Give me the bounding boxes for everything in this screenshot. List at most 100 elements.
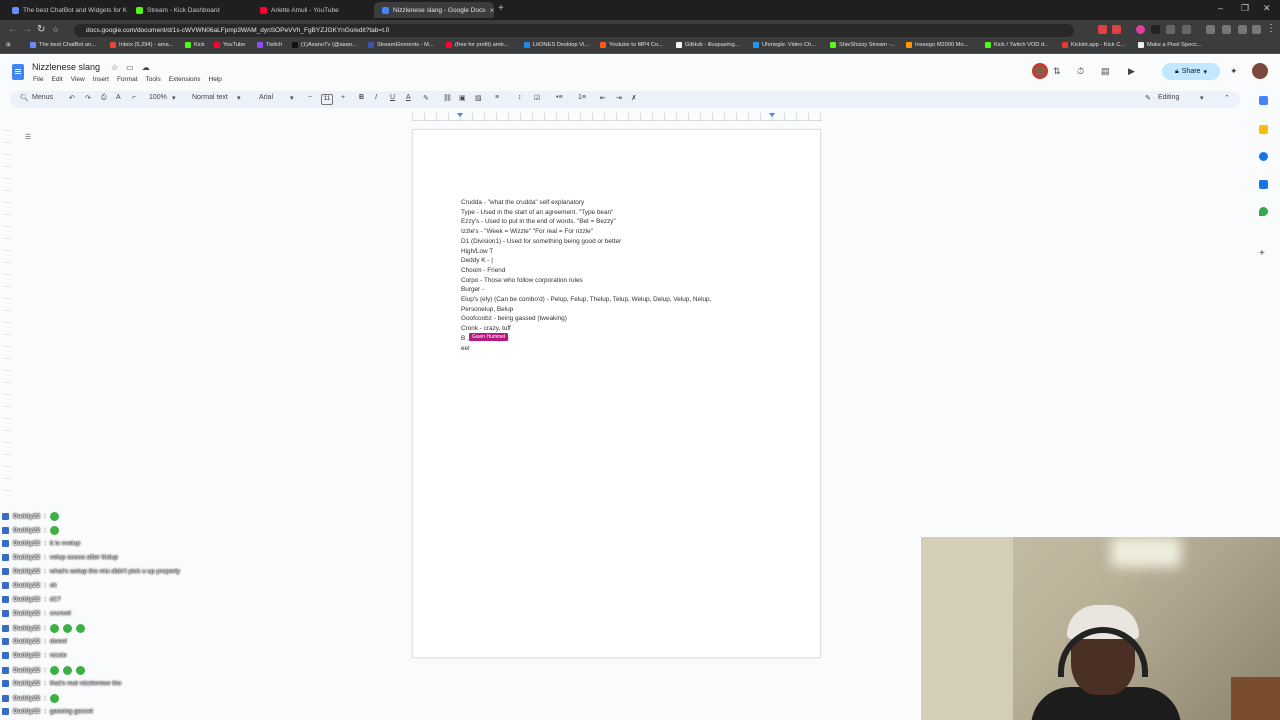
calendar-icon[interactable]	[1259, 96, 1268, 105]
contacts-icon[interactable]	[1259, 180, 1268, 189]
menu-file[interactable]: File	[33, 76, 43, 83]
print-icon[interactable]: ⎙	[101, 94, 107, 102]
spellcheck-icon[interactable]: A	[116, 94, 121, 101]
comments-icon[interactable]: ▤	[1101, 66, 1110, 77]
close-window-icon[interactable]: ✕	[1263, 3, 1271, 14]
bookmark-item[interactable]: Inbox (5,294) - ama...	[110, 42, 173, 48]
search-menus-icon[interactable]: 🔍︎	[20, 94, 29, 102]
move-folder-icon[interactable]: ▭	[126, 63, 134, 72]
increase-indent-icon[interactable]: ⇥	[616, 94, 622, 102]
google-docs-logo-icon[interactable]	[12, 64, 24, 80]
bookmark-item[interactable]: Twitch	[257, 42, 282, 48]
insert-image-icon[interactable]: ▨	[475, 94, 482, 102]
horizontal-ruler[interactable]	[412, 113, 822, 121]
paint-format-icon[interactable]: ⌐	[132, 94, 136, 101]
bold-icon[interactable]: B	[359, 94, 364, 101]
bookmark-item[interactable]: Kick / Twitch VOD d...	[985, 42, 1049, 48]
bookmark-item[interactable]: (free for profit) amb...	[446, 42, 508, 48]
maps-icon[interactable]	[1259, 207, 1268, 216]
doc-line[interactable]: Deddy K - |	[461, 256, 761, 266]
bookmark-item[interactable]: Kick	[185, 42, 205, 48]
keep-icon[interactable]	[1259, 125, 1268, 134]
share-button[interactable]: 🔒︎ Share ▾	[1162, 63, 1220, 80]
menus-search[interactable]: Menus	[32, 94, 53, 101]
tasks-icon[interactable]	[1259, 152, 1268, 161]
star-icon[interactable]: ☆	[111, 63, 118, 72]
doc-line[interactable]: Type - Used in the start of an agreement…	[461, 208, 761, 218]
line-spacing-icon[interactable]: ↕	[518, 94, 522, 101]
bookmark-item[interactable]: Kicklet.app - Kick C...	[1062, 42, 1125, 48]
url-field[interactable]: docs.google.com/document/d/1s-cWVWN06aLF…	[74, 24, 1074, 37]
document-page[interactable]: Crudda - "what the crudda" self explanat…	[412, 129, 821, 658]
document-body[interactable]: Crudda - "what the crudda" self explanat…	[461, 198, 761, 353]
extension-icon[interactable]	[1166, 25, 1175, 34]
bookmark-item[interactable]: ShieShizzy Stream -...	[830, 42, 895, 48]
menu-format[interactable]: Format	[117, 76, 138, 83]
apps-grid-icon[interactable]: ⊞	[6, 42, 11, 48]
decrease-indent-icon[interactable]: ⇤	[600, 94, 606, 102]
bulleted-list-icon[interactable]: •≡	[556, 94, 563, 101]
underline-icon[interactable]: U	[390, 94, 395, 101]
user-avatar[interactable]	[1252, 63, 1268, 79]
bookmark-item[interactable]: LitONES Desktop Vi...	[524, 42, 589, 48]
menu-view[interactable]: View	[71, 76, 85, 83]
doc-line[interactable]: D1 (Division1) - Used for something bein…	[461, 237, 761, 247]
back-icon[interactable]: ←	[8, 24, 18, 35]
align-icon[interactable]: ≡	[495, 94, 499, 101]
meet-icon[interactable]: ▶	[1128, 66, 1135, 77]
bookmark-item[interactable]: GitHub - illuspas/ng...	[676, 42, 739, 48]
gemini-icon[interactable]: ✦	[1230, 66, 1238, 77]
bookmark-item[interactable]: Youtube to MP4 Co...	[600, 42, 663, 48]
browser-menu-icon[interactable]: ⋮	[1266, 23, 1276, 34]
add-comment-icon[interactable]: ▣	[459, 94, 466, 102]
doc-line[interactable]: Corpo - Those who follow corporation rul…	[461, 276, 761, 286]
menu-extensions[interactable]: Extensions	[169, 76, 201, 83]
collapse-menus-icon[interactable]: ⌃	[1224, 94, 1230, 102]
style-select[interactable]: Normal text	[192, 94, 228, 101]
document-outline-icon[interactable]: ☰	[22, 132, 34, 144]
bookmark-item[interactable]: YouTube	[214, 42, 245, 48]
bookmark-item[interactable]: Uhmegle: Video Ch...	[753, 42, 816, 48]
right-indent-marker[interactable]	[769, 113, 775, 117]
extensions-puzzle-icon[interactable]	[1252, 25, 1261, 34]
doc-line[interactable]: Goofcoobz - being gassed (tweaking)	[461, 314, 761, 324]
tab-google-docs[interactable]: Nizzlenese slang - Google Docs ×	[374, 2, 494, 18]
doc-line[interactable]: High/Low T	[461, 247, 761, 257]
bookmark-item[interactable]: Make a Pixel Specc...	[1138, 42, 1202, 48]
menu-help[interactable]: Help	[209, 76, 222, 83]
highlight-icon[interactable]: ✎	[423, 94, 429, 102]
maximize-icon[interactable]: ❐	[1241, 3, 1249, 14]
tab-youtube[interactable]: Arlette Amuli - YouTube	[252, 2, 374, 18]
zoom-select[interactable]: 100%	[149, 94, 167, 101]
tab-chatbot[interactable]: The best ChatBot and Widgets for K	[4, 2, 132, 18]
collaborator-avatar[interactable]	[1032, 63, 1048, 79]
extension-icon[interactable]	[1112, 25, 1121, 34]
close-tab-icon[interactable]: ×	[490, 6, 495, 15]
document-title[interactable]: Nizzlenese slang	[32, 62, 100, 72]
numbered-list-icon[interactable]: 1≡	[578, 94, 586, 101]
doc-line[interactable]: Personelup, Belup	[461, 305, 761, 315]
bookmark-item[interactable]: Inseego M2000 Mo...	[906, 42, 968, 48]
collaborator-more-icon[interactable]: ⇅	[1053, 66, 1061, 77]
forward-icon[interactable]: →	[22, 24, 32, 35]
profile-icon[interactable]	[1238, 25, 1247, 34]
doc-line[interactable]: eel	[461, 344, 761, 354]
doc-line[interactable]: Crudda - "what the crudda" self explanat…	[461, 198, 761, 208]
add-addon-icon[interactable]: +	[1259, 249, 1268, 259]
checklist-icon[interactable]: ☑	[534, 94, 540, 102]
clear-formatting-icon[interactable]: ✗	[631, 94, 637, 102]
menu-edit[interactable]: Edit	[51, 76, 62, 83]
menu-tools[interactable]: Tools	[146, 76, 161, 83]
extension-icon[interactable]	[1151, 25, 1160, 34]
version-history-icon[interactable]: ⏱	[1077, 66, 1084, 77]
tab-kick-dashboard[interactable]: Stream - Kick Dashboard	[128, 2, 252, 18]
doc-line[interactable]: Ezzy's - Used to put in the end of words…	[461, 217, 761, 227]
bookmark-item[interactable]: (1)AsanoTv (@asan...	[292, 42, 357, 48]
extension-icon[interactable]	[1182, 25, 1191, 34]
left-indent-marker[interactable]	[457, 113, 463, 117]
text-color-icon[interactable]: A	[406, 94, 411, 101]
minimize-icon[interactable]: –	[1218, 3, 1223, 13]
downloads-icon[interactable]	[1222, 25, 1231, 34]
new-tab-button[interactable]: +	[498, 3, 504, 14]
side-panel-icon[interactable]	[1206, 25, 1215, 34]
